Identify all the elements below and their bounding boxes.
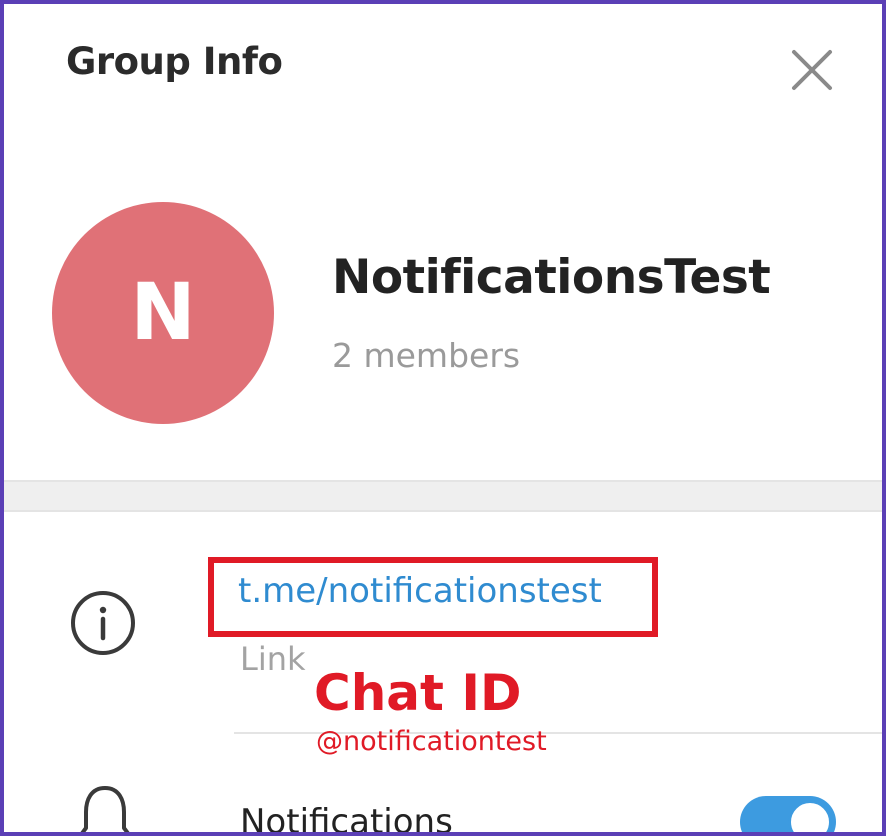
bell-icon bbox=[74, 784, 136, 832]
toggle-knob bbox=[788, 800, 832, 832]
group-info-panel: Group Info N NotificationsTest 2 members… bbox=[0, 0, 886, 836]
member-count[interactable]: 2 members bbox=[332, 336, 520, 375]
link-label: Link bbox=[240, 640, 306, 678]
panel-title: Group Info bbox=[66, 40, 283, 83]
chat-id-annotation-handle: @notificationtest bbox=[316, 726, 547, 757]
avatar[interactable]: N bbox=[52, 202, 274, 424]
close-button[interactable] bbox=[788, 46, 836, 94]
chat-id-annotation-title: Chat ID bbox=[314, 664, 522, 722]
group-link[interactable]: t.me/notificationstest bbox=[238, 571, 602, 611]
avatar-initial: N bbox=[130, 268, 196, 358]
section-divider bbox=[4, 480, 882, 512]
info-icon bbox=[68, 588, 138, 658]
group-name: NotificationsTest bbox=[332, 250, 771, 305]
notifications-toggle[interactable] bbox=[740, 796, 836, 832]
close-icon bbox=[792, 50, 832, 90]
notifications-label: Notifications bbox=[240, 802, 453, 836]
